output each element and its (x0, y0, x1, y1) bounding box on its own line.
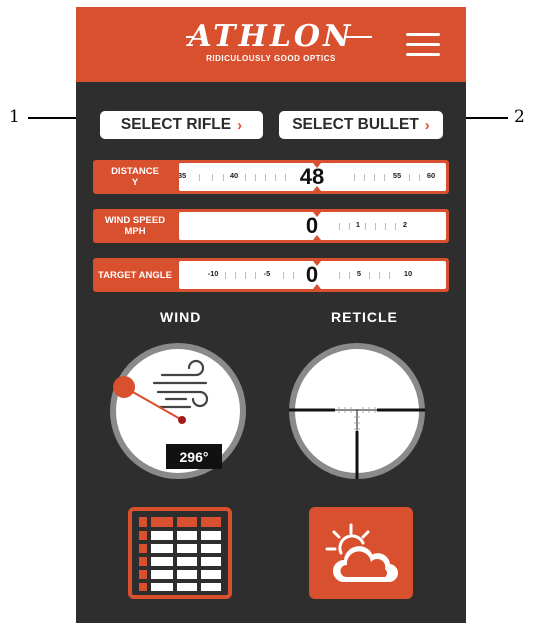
wind-title: WIND (160, 309, 202, 325)
chevron-right-icon: › (424, 116, 430, 134)
wind-direction-value: 296° (166, 444, 222, 469)
target-angle-label: TARGET ANGLE (98, 269, 172, 281)
chevron-right-icon: › (237, 116, 243, 134)
table-button[interactable] (128, 507, 232, 599)
select-bullet-label: SELECT BULLET (292, 116, 419, 133)
wind-speed-row: WIND SPEED MPH 1 2 0 (93, 209, 449, 243)
distance-row: DISTANCE Y 35 40 55 60 48 (93, 160, 449, 194)
crosshair-icon (289, 407, 425, 479)
distance-label: DISTANCE Y (111, 166, 159, 188)
header: ATHLON RIDICULOUSLY GOOD OPTICS (76, 7, 466, 82)
select-bullet-button[interactable]: SELECT BULLET › (279, 111, 443, 139)
marker-bottom (313, 235, 321, 240)
tick-label: 1 (355, 220, 361, 229)
tick-label: 35 (179, 171, 187, 180)
select-rifle-label: SELECT RIFLE (120, 116, 232, 133)
tick-label: -5 (263, 269, 271, 278)
marker-bottom (313, 284, 321, 289)
wind-speed-label: WIND SPEED MPH (104, 215, 166, 237)
reticle-view[interactable] (289, 343, 425, 479)
app-screen: ATHLON RIDICULOUSLY GOOD OPTICS SELECT R… (76, 7, 466, 623)
marker-bottom (313, 186, 321, 191)
callout-2: 2 (514, 107, 525, 127)
wind-dial[interactable]: 296° (110, 343, 246, 479)
tick-label: 2 (402, 220, 408, 229)
weather-icon (325, 523, 398, 582)
target-angle-row: TARGET ANGLE -10 -5 5 10 0 (93, 258, 449, 292)
marker-top (313, 261, 321, 266)
tick-label: 60 (426, 171, 436, 180)
reticle-title: RETICLE (331, 309, 398, 325)
tick-label: 55 (392, 171, 402, 180)
marker-top (313, 163, 321, 168)
marker-top (313, 212, 321, 217)
logo-line-right (344, 36, 372, 38)
weather-button[interactable] (309, 507, 413, 599)
tick-label: 10 (403, 269, 413, 278)
tick-label: 5 (356, 269, 362, 278)
select-rifle-button[interactable]: SELECT RIFLE › (100, 111, 263, 139)
callout-1: 1 (9, 107, 20, 127)
table-icon (139, 517, 221, 591)
tick-label: -10 (207, 269, 219, 278)
tick-label: 40 (229, 171, 239, 180)
menu-icon[interactable] (406, 33, 440, 57)
